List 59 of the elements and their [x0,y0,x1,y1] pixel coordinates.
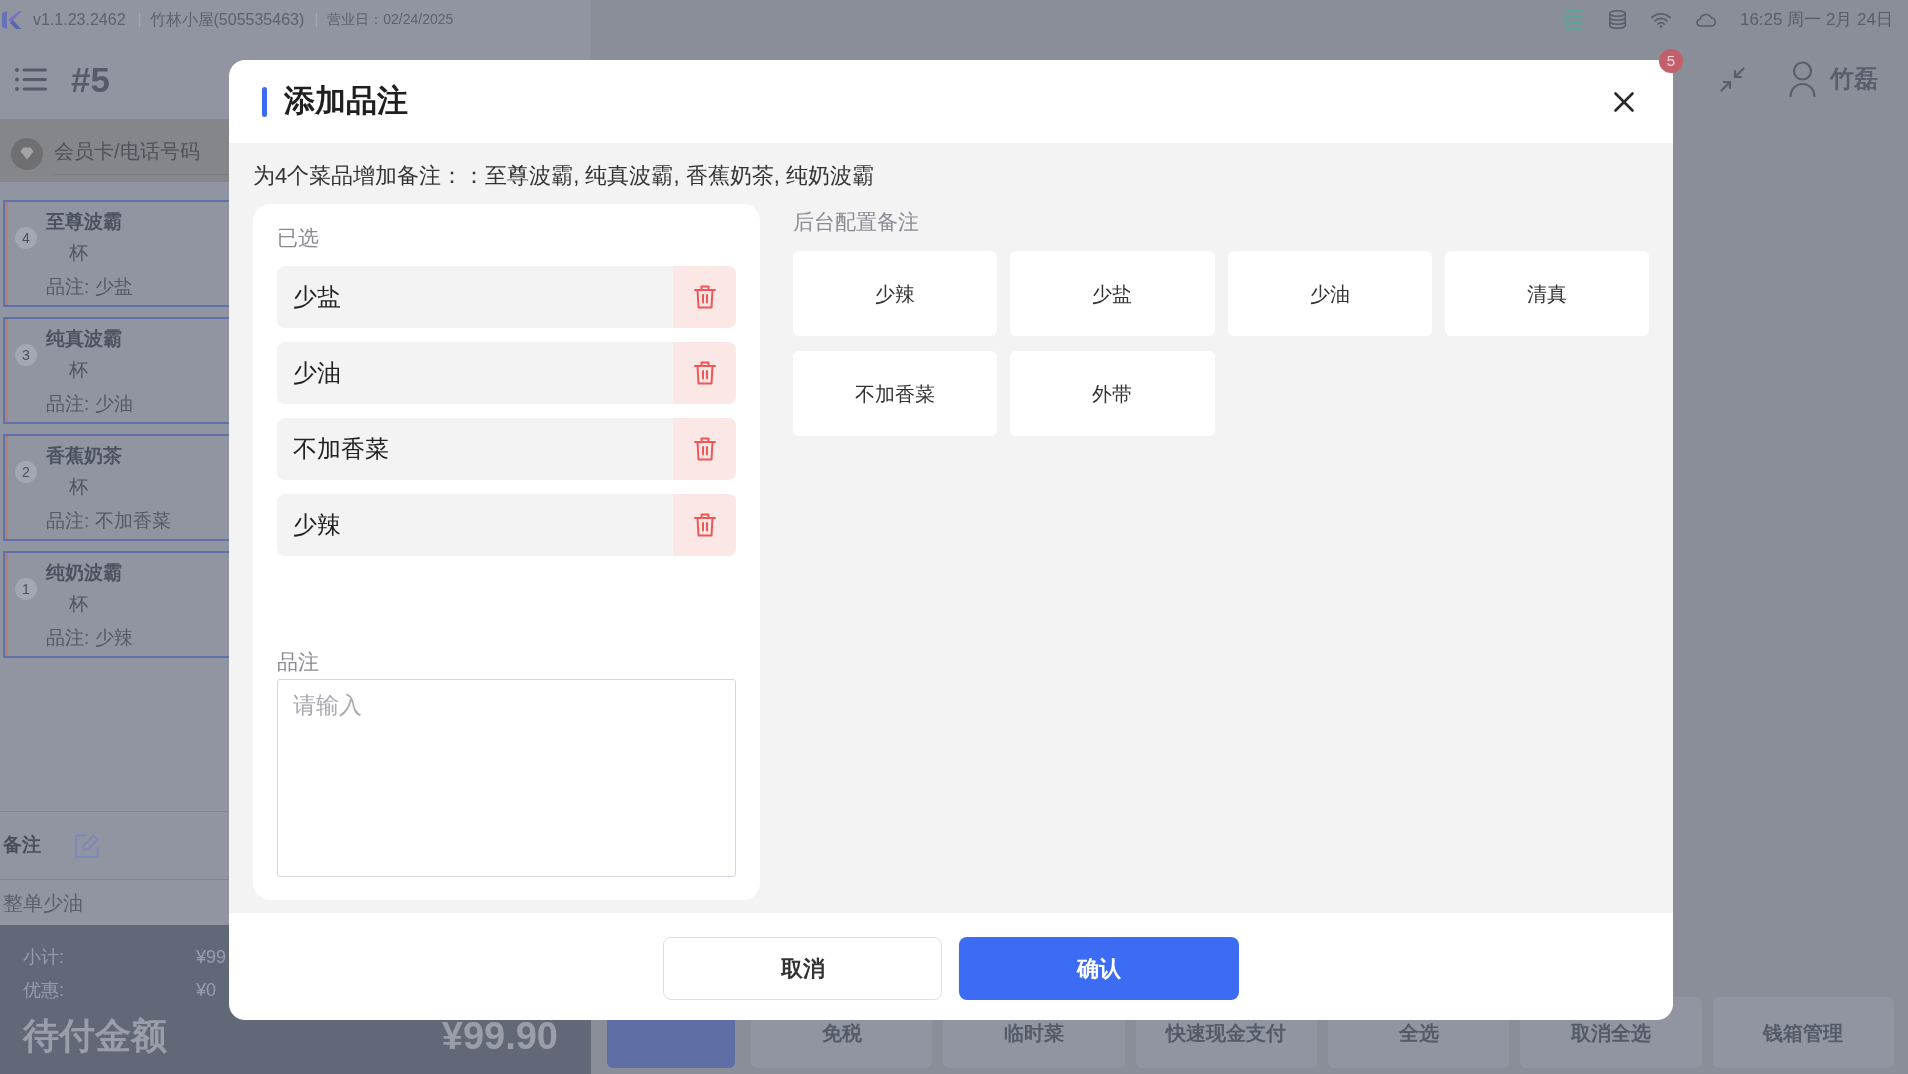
dialog-description: 为4个菜品增加备注：：至尊波霸, 纯真波霸, 香蕉奶茶, 纯奶波霸 [253,162,875,190]
dialog-title: 添加品注 [284,82,408,121]
amount-due-value: ¥99.90 [441,1013,558,1059]
item-unit: 杯 [69,358,88,382]
item-name: 香蕉奶茶 [46,444,122,468]
trash-icon [693,437,716,461]
logo-icon [2,10,22,29]
item-name: 纯真波霸 [46,327,122,351]
trash-icon [693,361,716,385]
item-name: 纯奶波霸 [46,561,122,585]
notification-badge: 5 [1659,49,1683,73]
database-icon [1608,10,1626,29]
note-text: 不加香菜 [292,434,390,464]
amount-due-label: 待付金额 [23,1014,167,1058]
member-gem-icon [11,138,43,170]
cloud-icon [1694,12,1716,27]
delete-button[interactable] [673,494,736,556]
selected-heading: 已选 [277,225,320,251]
close-icon [1614,91,1634,112]
item-note: 品注: 不加香菜 [46,509,171,533]
order-number: #5 [71,61,110,97]
item-number: 4 [15,227,37,249]
preset-note-button[interactable]: 少辣 [793,251,998,336]
menu-icon[interactable] [15,67,47,91]
delete-button[interactable] [673,266,736,328]
server-icon [1564,10,1582,29]
presets-heading: 后台配置备注 [793,209,920,235]
trash-icon [693,285,716,309]
confirm-button[interactable]: 确认 [959,937,1239,1000]
preset-note-button[interactable]: 少盐 [1010,251,1215,336]
trash-icon [693,513,716,537]
preset-note-button[interactable]: 外带 [1010,351,1215,436]
cancel-button[interactable]: 取消 [663,937,942,1000]
note-text: 少盐 [292,282,342,312]
preset-note-button[interactable]: 不加香菜 [793,351,998,436]
item-note: 品注: 少辣 [46,626,133,650]
order-note-label: 备注 [3,833,41,858]
wifi-icon [1650,11,1671,28]
item-name: 至尊波霸 [46,210,122,234]
delete-button[interactable] [673,418,736,480]
note-text: 少油 [292,358,342,388]
preset-note-button[interactable]: 少油 [1227,251,1432,336]
preset-note-button[interactable]: 清真 [1444,251,1649,336]
note-text: 少辣 [292,510,342,540]
item-note: 品注: 少油 [46,392,133,416]
title-accent-bar [262,86,267,117]
item-unit: 杯 [69,475,88,499]
note-field-label: 品注 [277,649,320,675]
item-number: 1 [15,578,37,600]
item-number: 2 [15,461,37,483]
user-icon[interactable] [1789,60,1816,98]
item-number: 3 [15,344,37,366]
item-unit: 杯 [69,592,88,616]
item-note: 品注: 少盐 [46,275,133,299]
collapse-arrows-icon[interactable] [1720,66,1745,92]
note-input-field[interactable]: 请输入 [277,679,736,877]
delete-button[interactable] [673,342,736,404]
action-button[interactable]: 钱箱管理 [1712,997,1894,1068]
item-unit: 杯 [69,241,88,265]
